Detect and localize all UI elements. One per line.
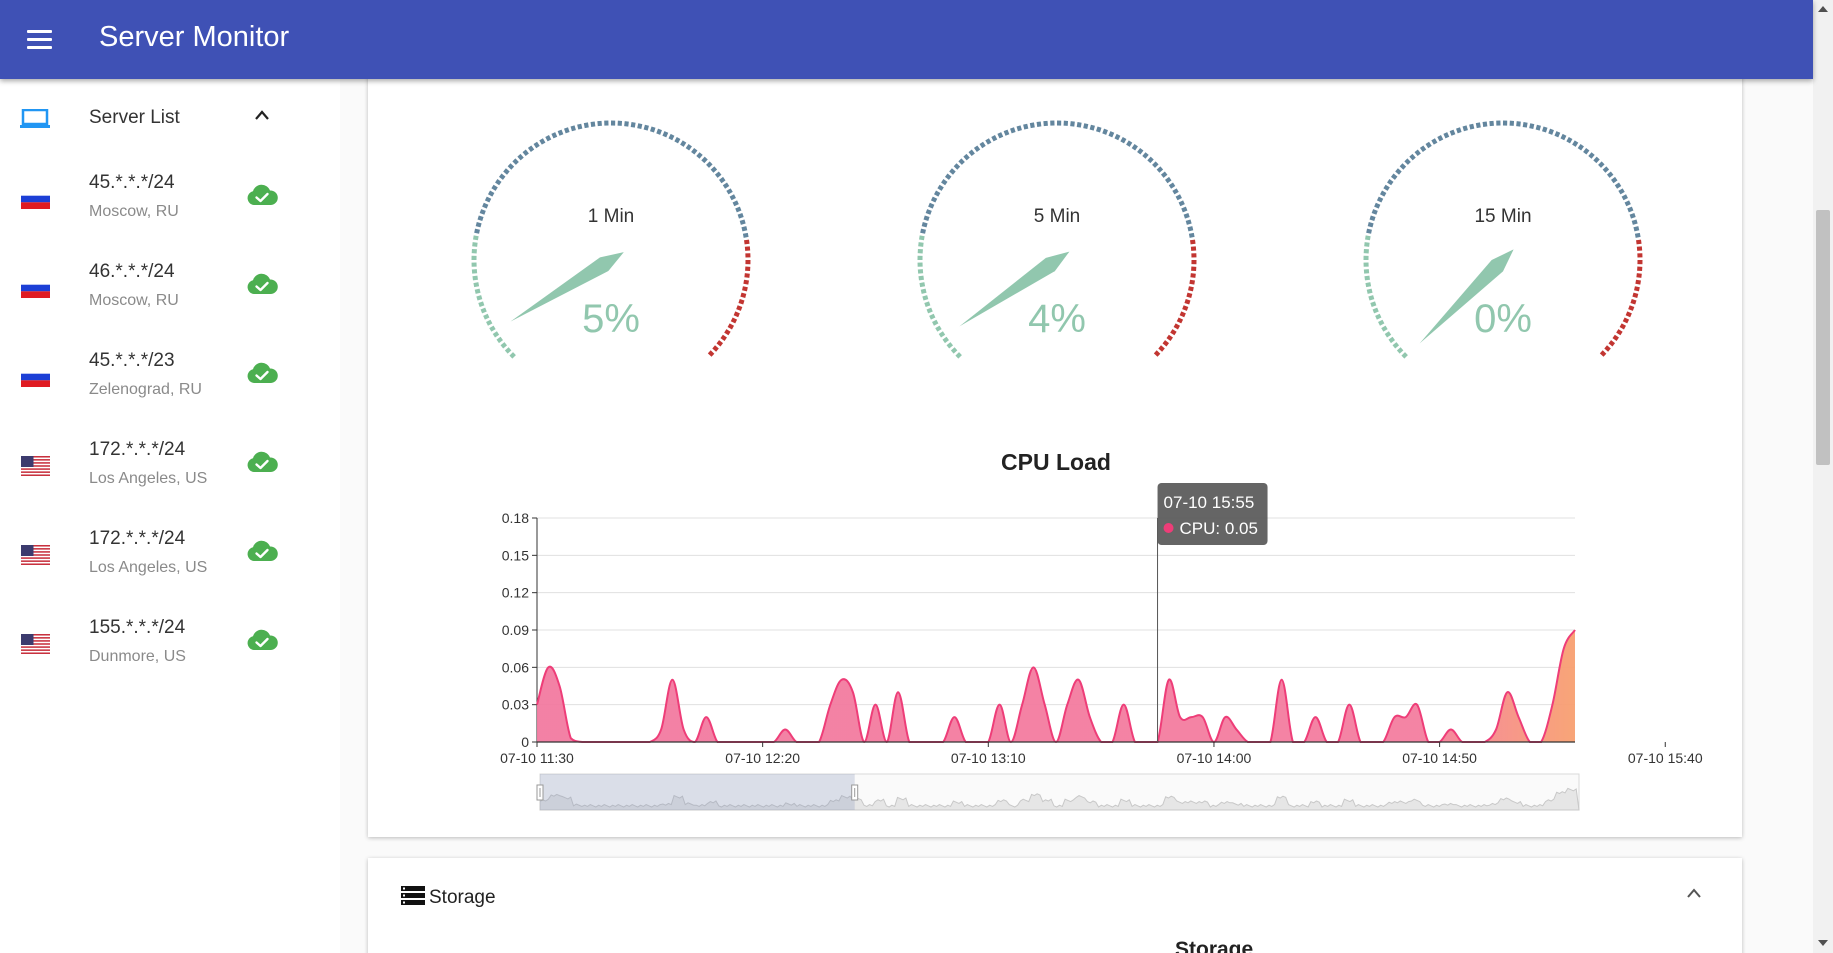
storage-icon [401, 886, 425, 905]
x-tick-label: 07-10 12:20 [725, 750, 800, 766]
scroll-down-arrow-icon[interactable] [1818, 940, 1828, 946]
server-item[interactable]: 155.*.*.*/24 Dunmore, US [0, 605, 300, 685]
load-card: 1 Min 5% 5 Min 4% 15 Min 0% CPU Load 0 0.03 0.06 0… [368, 70, 1742, 837]
cpu-area [537, 630, 1575, 742]
gauge-value: 4% [1028, 297, 1086, 341]
app-bar: Server Monitor [0, 0, 1813, 79]
sidebar: Server List 45.*.*.*/24 Moscow, RU 46.*.*.… [0, 79, 340, 953]
server-name: 45.*.*.*/23 [89, 350, 175, 371]
x-tick-label: 07-10 14:00 [1177, 750, 1252, 766]
storage-label: Storage [429, 887, 496, 908]
server-location: Zelenograd, RU [89, 381, 202, 398]
x-tick-label: 07-10 13:10 [951, 750, 1026, 766]
gauge: 5 Min 4% [917, 120, 1197, 359]
chart-title: CPU Load [1001, 449, 1111, 475]
ru-flag-icon [21, 278, 50, 298]
gauge-label: 15 Min [1474, 206, 1531, 227]
server-name: 155.*.*.*/24 [89, 617, 186, 638]
server-name: 172.*.*.*/24 [89, 439, 186, 460]
server-name: 46.*.*.*/24 [89, 261, 175, 282]
chevron-up-icon[interactable] [1686, 887, 1702, 899]
server-name: 172.*.*.*/24 [89, 528, 186, 549]
tooltip-time: 07-10 15:55 [1164, 493, 1255, 512]
chevron-up-icon[interactable] [254, 109, 270, 121]
ru-flag-icon [21, 189, 50, 209]
data-zoom-handle[interactable] [536, 784, 544, 801]
tooltip-value: CPU: 0.05 [1180, 519, 1258, 538]
data-zoom-handle[interactable] [851, 784, 859, 801]
us-flag-icon [21, 456, 50, 476]
y-tick-label: 0.09 [502, 622, 529, 638]
storage-chart-title: Storage [1175, 938, 1254, 953]
page-scrollbar[interactable] [1813, 0, 1833, 953]
gauge: 1 Min 5% [471, 120, 751, 359]
gauge-label: 5 Min [1034, 206, 1080, 227]
x-tick-label: 07-10 14:50 [1402, 750, 1477, 766]
cloud-check-icon [247, 451, 278, 472]
server-name: 45.*.*.*/24 [89, 172, 175, 193]
x-tick-label: 07-10 11:30 [500, 750, 574, 766]
data-zoom-slider[interactable] [536, 773, 1580, 811]
gauge-value: 5% [582, 297, 640, 341]
cloud-check-icon [247, 629, 278, 650]
cloud-check-icon [247, 184, 278, 205]
cloud-check-icon [247, 273, 278, 294]
gauge-value: 0% [1474, 297, 1532, 341]
menu-icon[interactable] [22, 24, 58, 56]
server-item[interactable]: 46.*.*.*/24 Moscow, RU [0, 249, 300, 329]
load-charts: 1 Min 5% 5 Min 4% 15 Min 0% CPU Load 0 0.03 0.06 0… [471, 120, 1703, 811]
server-list-header[interactable]: Server List [0, 99, 300, 137]
laptop-icon [20, 109, 50, 128]
cpu-load-chart: CPU Load 0 0.03 0.06 0.09 0.12 0.15 0.18 07-10 1… [500, 449, 1703, 766]
scroll-up-arrow-icon[interactable] [1818, 6, 1828, 12]
data-zoom-selection[interactable] [540, 774, 855, 810]
scroll-thumb[interactable] [1816, 210, 1830, 465]
ru-flag-icon [21, 367, 50, 387]
us-flag-icon [21, 545, 50, 565]
storage-card: Storage Storage [368, 858, 1742, 953]
y-tick-label: 0.03 [502, 697, 529, 713]
server-location: Los Angeles, US [89, 470, 208, 487]
server-item[interactable]: 172.*.*.*/24 Los Angeles, US [0, 516, 300, 596]
server-item[interactable]: 45.*.*.*/24 Moscow, RU [0, 160, 300, 240]
server-list-label: Server List [89, 107, 180, 128]
server-location: Moscow, RU [89, 203, 179, 220]
server-location: Moscow, RU [89, 292, 179, 309]
y-tick-label: 0.15 [502, 547, 529, 563]
gauge: 15 Min 0% [1363, 120, 1643, 359]
app-title: Server Monitor [99, 21, 290, 53]
server-item[interactable]: 172.*.*.*/24 Los Angeles, US [0, 427, 300, 507]
x-tick-label: 07-10 15:40 [1628, 750, 1703, 766]
y-tick-label: 0.18 [502, 510, 529, 526]
y-tick-label: 0.06 [502, 659, 529, 675]
gauge-label: 1 Min [588, 206, 634, 227]
chart-tooltip: 07-10 15:55 CPU: 0.05 [1157, 483, 1268, 545]
cloud-check-icon [247, 362, 278, 383]
us-flag-icon [21, 634, 50, 654]
server-location: Dunmore, US [89, 648, 186, 665]
server-item[interactable]: 45.*.*.*/23 Zelenograd, RU [0, 338, 300, 418]
cloud-check-icon [247, 540, 278, 561]
y-tick-label: 0 [521, 734, 529, 750]
y-tick-label: 0.12 [502, 585, 529, 601]
server-location: Los Angeles, US [89, 559, 208, 576]
storage-header[interactable]: Storage [401, 885, 1711, 911]
